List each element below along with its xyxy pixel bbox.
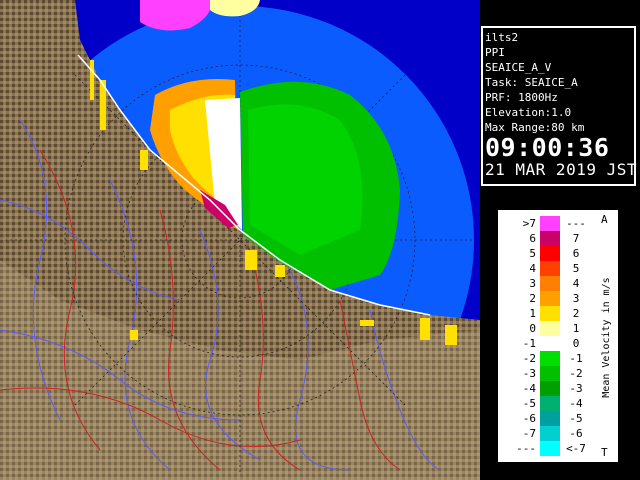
legend-entry: 45 [500,261,592,276]
legend-entry: 01 [500,321,592,336]
legend-entry-lower-label: 1 [529,307,536,320]
legend-entry-upper-label: <-7 [566,442,586,455]
legend-entry: -4 -3 [500,381,592,396]
legend-swatch [540,261,560,276]
legend-entry-lower-label: 6 [529,232,536,245]
radar-map[interactable] [0,0,480,480]
legend-entry-upper-label: -5 [569,412,583,425]
legend-entry-lower-label: >7 [522,217,536,230]
legend-entry-upper-label: -4 [569,397,583,410]
date-label: 21 MAR 2019 JST [485,160,637,179]
legend-entry: -6 -5 [500,411,592,426]
legend-entry-lower-label: 5 [529,247,536,260]
legend-entry: >7 --- [500,216,592,231]
legend-entry-lower-label: 3 [529,277,536,290]
legend-swatch [540,231,560,246]
legend-entry-upper-label: 6 [572,247,580,260]
radar-map-svg [0,0,480,480]
legend-entry-lower-label: --- [516,442,536,455]
legend-entry: -3 -2 [500,366,592,381]
time-label: 09:00:36 [485,133,610,162]
legend-entry: 12 [500,306,592,321]
radar-display: ilts2 PPI SEAICE_A_V Task: SEAICE_A PRF:… [0,0,640,480]
legend-entry-upper-label: 4 [572,277,580,290]
legend-entry-lower-label: -5 [522,397,536,410]
site-name: ilts2 [485,31,519,44]
legend-entry-lower-label: 4 [529,262,536,275]
legend-entry-lower-label: 0 [529,322,536,335]
legend-unit-label: Mean Velocity in m/s [601,277,612,398]
legend-corner-top: A [601,213,608,226]
legend-swatch [540,366,560,381]
legend-corner-bottom: T [601,446,608,459]
legend-swatch [540,246,560,261]
legend-entry-upper-label: 1 [572,322,580,335]
scan-name: SEAICE_A_V [485,61,552,74]
legend-entry: 56 [500,246,592,261]
legend-swatch [540,321,560,336]
legend-swatch [540,396,560,411]
legend-entry: 23 [500,291,592,306]
legend-entry-upper-label: -1 [569,352,583,365]
legend-entry-lower-label: -3 [522,367,536,380]
legend-entry-upper-label: 2 [572,307,580,320]
legend-swatch [540,381,560,396]
legend-swatch [540,276,560,291]
legend-entry-lower-label: -2 [522,352,536,365]
legend-entry-upper-label: -3 [569,382,583,395]
legend-swatch [540,306,560,321]
legend-swatch [540,336,560,351]
legend-entry: 67 [500,231,592,246]
product-type: PPI [485,46,505,59]
legend-entry: --- <-7 [500,441,592,456]
legend-entry-upper-label: -2 [569,367,583,380]
legend-swatch [540,216,560,231]
legend-entry-upper-label: 3 [572,292,580,305]
elevation-label: Elevation:1.0 [485,106,572,119]
legend-entry: -2 -1 [500,351,592,366]
legend-entry: -7 -6 [500,426,592,441]
prf-label: PRF: 1800Hz [485,91,558,104]
legend-entry-lower-label: 2 [529,292,536,305]
legend-unit: Mean Velocity in m/s [599,242,613,442]
legend-entry: -1 0 [500,336,592,351]
legend-entry-upper-label: 7 [572,232,580,245]
legend-entry-lower-label: -4 [522,382,536,395]
legend-swatch [540,411,560,426]
legend-swatch [540,426,560,441]
info-panel: ilts2 PPI SEAICE_A_V Task: SEAICE_A PRF:… [481,26,637,186]
task-label: Task: SEAICE_A [485,76,578,89]
legend-entry-lower-label: -7 [522,427,536,440]
legend-entry-upper-label: 0 [572,337,580,350]
color-legend: >7 --- 6 7 5 6 4 5 3 4 2 3 1 2 0 1 -1 0 -2 -1 -3 -2 -4 -3 -5 -4 -6… [498,210,618,462]
legend-entry: -5 -4 [500,396,592,411]
legend-swatch [540,291,560,306]
legend-entry-lower-label: -6 [522,412,536,425]
legend-entry-upper-label: -6 [569,427,583,440]
legend-entry-upper-label: 5 [572,262,580,275]
legend-entry-upper-label: --- [566,217,586,230]
legend-entry-lower-label: -1 [522,337,536,350]
legend-swatch [540,351,560,366]
legend-entry: 34 [500,276,592,291]
legend-swatch [540,441,560,456]
